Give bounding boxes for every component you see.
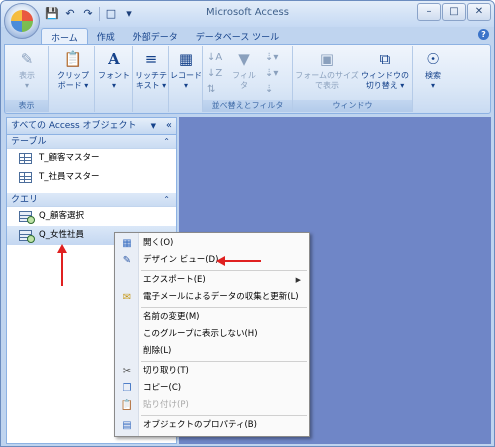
nav-section-tables[interactable]: テーブル ⌃ [7,135,176,149]
records-button[interactable]: ▦ レコード ▾ [170,49,202,91]
paste-icon: 📋 [120,400,134,411]
group-label-view: 表示 [5,100,48,112]
sort-descending-icon[interactable]: ↓Z [207,68,222,80]
chevron-up-icon[interactable]: ⌃ [163,135,170,149]
find-button[interactable]: ☉ 検索 ▾ [417,49,449,91]
query-icon [19,211,35,224]
menu-separator [141,270,307,271]
clipboard-button[interactable]: 📋 クリップボード ▾ [54,49,92,91]
group-font: A フォント ▾ [95,46,133,112]
group-label-window: ウィンドウ [293,100,412,112]
chevron-down-icon[interactable]: ▼ [151,118,156,134]
nav-item-table[interactable]: T_顧客マスター [7,149,176,168]
table-icon [19,172,32,183]
annotation-arrow-up [57,244,67,286]
fit-form-button[interactable]: ▣ フォームのサイズで表示 [295,49,359,91]
menu-item-open[interactable]: ▦ 開く(O) [115,235,309,252]
view-icon: ✎ [20,50,34,68]
email-icon: ✉ [122,292,132,303]
tab-external-data[interactable]: 外部データ [124,28,187,44]
ribbon-tabs: ホーム 作成 外部データ データベース ツール [41,28,288,44]
collapse-pane-icon[interactable]: « [166,118,172,134]
menu-separator [141,307,307,308]
tab-home[interactable]: ホーム [41,28,88,44]
menu-item-hide-in-group[interactable]: このグループに表示しない(H) [115,326,309,343]
nav-section-queries[interactable]: クエリ ⌃ [7,193,176,207]
group-window: ▣ フォームのサイズで表示 ⧉ ウィンドウの切り替え ▾ ウィンドウ [293,46,413,112]
design-view-icon: ✎ [122,255,132,266]
maximize-button[interactable]: □ [442,3,466,21]
menu-item-export[interactable]: エクスポート(E) ▶ [115,272,309,289]
menu-item-email-collect[interactable]: ✉ 電子メールによるデータの収集と更新(L) [115,289,309,306]
properties-icon: ▤ [122,420,132,431]
open-icon: ▦ [122,238,132,249]
chevron-up-icon[interactable]: ⌃ [163,193,170,207]
cut-icon: ✂ [122,366,132,377]
menu-item-cut[interactable]: ✂ 切り取り(T) [115,363,309,380]
switch-windows-icon: ⧉ [379,50,391,68]
table-icon [19,153,32,164]
selection-filter-icon[interactable]: ⇣▾ [265,52,278,64]
rich-text-button[interactable]: ≡ リッチテキスト ▾ [134,49,168,91]
nav-pane-title: すべての Access オブジェクト [11,121,137,131]
menu-item-design-view[interactable]: ✎ デザイン ビュー(D) [115,252,309,269]
menu-item-paste[interactable]: 📋 貼り付け(P) [115,397,309,414]
binoculars-icon: ☉ [426,50,440,68]
tab-database-tools[interactable]: データベース ツール [187,28,288,44]
nav-item-table[interactable]: T_社員マスター [7,168,176,187]
window-controls: – □ ✕ [417,3,491,21]
records-icon: ▦ [178,50,194,68]
menu-item-rename[interactable]: 名前の変更(M) [115,309,309,326]
menu-item-properties[interactable]: ▤ オブジェクトのプロパティ(B) [115,417,309,434]
filter-icon: ▼ [238,50,250,68]
query-icon [19,230,35,243]
clipboard-icon: 📋 [63,50,83,68]
switch-windows-button[interactable]: ⧉ ウィンドウの切り替え ▾ [359,49,411,91]
close-button[interactable]: ✕ [467,3,491,21]
group-find: ☉ 検索 ▾ [413,46,453,112]
menu-separator [141,361,307,362]
annotation-arrow-left [216,256,261,266]
ribbon: ✎ 表示 ▾ 表示 📋 クリップボード ▾ A フォント ▾ ≡ リッチテキスト ▾ [4,44,491,114]
menu-item-delete[interactable]: 削除(L) [115,343,309,360]
menu-item-copy[interactable]: ❐ コピー(C) [115,380,309,397]
filter-button[interactable]: ▼ フィルタ [229,49,259,91]
sort-ascending-icon[interactable]: ↓A [207,52,222,64]
group-records: ▦ レコード ▾ [169,46,203,112]
title-bar: 💾 ↶ ↷ □ ▾ Microsoft Access – □ ✕ [1,1,494,27]
fit-form-icon: ▣ [319,50,335,68]
nav-pane-header[interactable]: すべての Access オブジェクト ▼ « [7,118,176,135]
font-icon: A [108,50,120,68]
minimize-button[interactable]: – [417,3,441,21]
group-clipboard: 📋 クリップボード ▾ [50,46,95,112]
group-label-sort-filter: 並べ替えとフィルタ [203,100,292,112]
context-menu: ▦ 開く(O) ✎ デザイン ビュー(D) エクスポート(E) ▶ ✉ 電子メー… [114,232,310,437]
help-icon[interactable]: ? [478,29,489,40]
clear-sort-icon[interactable]: ⇅ [207,84,215,96]
view-button[interactable]: ✎ 表示 ▾ [13,49,41,91]
copy-icon: ❐ [122,383,132,394]
tab-create[interactable]: 作成 [88,28,124,44]
toggle-filter-icon[interactable]: ⇣ [265,84,273,96]
access-window: 💾 ↶ ↷ □ ▾ Microsoft Access – □ ✕ ホーム 作成 … [0,0,495,447]
group-rich-text: ≡ リッチテキスト ▾ [133,46,169,112]
advanced-filter-icon[interactable]: ⇣▾ [265,68,278,80]
office-logo-icon [11,10,33,32]
font-button[interactable]: A フォント ▾ [97,49,131,91]
nav-item-query[interactable]: Q_顧客選択 [7,207,176,226]
office-button[interactable] [4,3,40,39]
rich-text-icon: ≡ [144,50,158,68]
submenu-arrow-icon: ▶ [295,276,301,284]
group-sort-filter: ↓A ↓Z ⇅ ▼ フィルタ ⇣▾ ⇣▾ ⇣ 並べ替えとフィルタ [203,46,293,112]
group-view: ✎ 表示 ▾ 表示 [5,46,49,112]
menu-separator [141,415,307,416]
